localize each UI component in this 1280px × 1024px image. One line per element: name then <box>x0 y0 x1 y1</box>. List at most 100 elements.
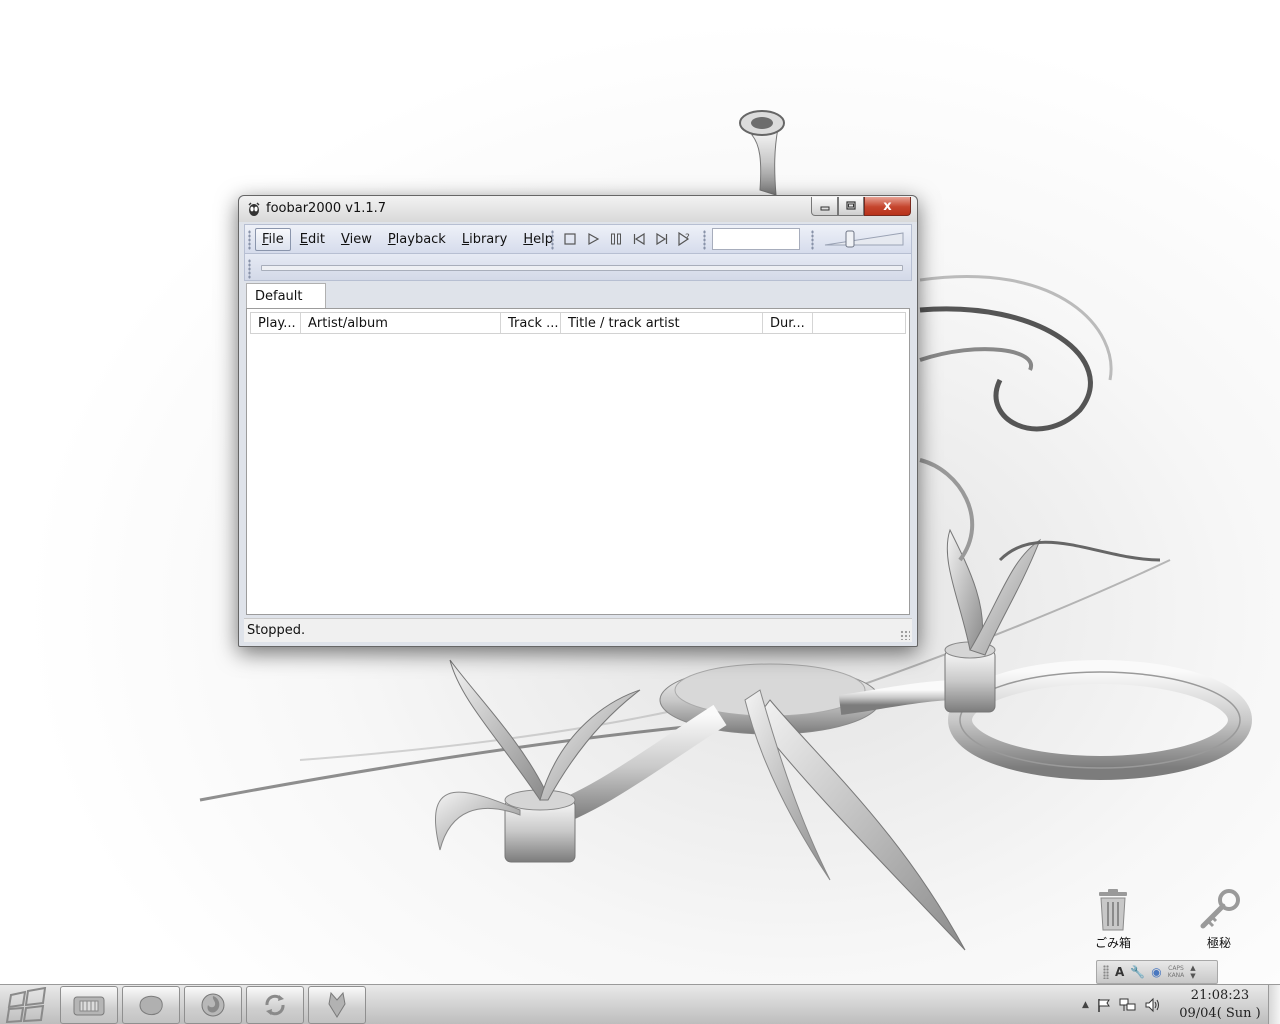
close-icon: x <box>883 198 892 214</box>
tab-label: Default <box>255 289 303 304</box>
menu-label: elp <box>533 232 553 247</box>
foobar-app-icon[interactable] <box>247 202 261 216</box>
firefox-icon <box>201 993 225 1017</box>
previous-button[interactable] <box>630 230 648 248</box>
menu-label: dit <box>308 232 325 247</box>
toolbar-grip[interactable] <box>703 230 706 250</box>
random-icon: ? <box>678 231 690 247</box>
pause-button[interactable] <box>607 230 625 248</box>
desktop-icon-recycle-bin[interactable]: ごみ箱 <box>1078 888 1148 951</box>
menu-accel: L <box>461 232 470 247</box>
window-title: foobar2000 v1.1.7 <box>266 201 387 216</box>
menu-playback[interactable]: Playback <box>381 228 453 251</box>
menu-accel: P <box>387 232 396 247</box>
menu-label: layback <box>395 232 446 247</box>
close-button[interactable]: x <box>864 197 911 216</box>
toolbar-grip[interactable] <box>248 230 251 250</box>
column-playing[interactable]: Play... <box>251 313 301 333</box>
windows-logo-icon <box>5 987 47 1023</box>
column-title-track-artist[interactable]: Title / track artist <box>561 313 763 333</box>
next-icon <box>656 232 668 246</box>
menu-bar: File Edit View Playback Library Help <box>255 228 562 251</box>
toolbar-grip[interactable] <box>811 230 814 250</box>
status-text: Stopped. <box>247 623 306 638</box>
minimize-icon <box>820 206 829 211</box>
maximize-button[interactable] <box>838 197 864 216</box>
playlist-header: Play... Artist/album Track ... Title / t… <box>250 312 906 334</box>
menu-accel: H <box>523 232 534 247</box>
action-center-flag-icon[interactable] <box>1096 997 1112 1013</box>
volume-icon[interactable] <box>1144 997 1162 1013</box>
play-button[interactable] <box>584 230 602 248</box>
random-button[interactable]: ? <box>676 230 694 248</box>
network-icon[interactable] <box>1119 997 1137 1013</box>
tab-default[interactable]: Default <box>246 283 326 309</box>
taskbar-fox-button[interactable] <box>308 986 366 1024</box>
resize-grip[interactable] <box>900 630 910 640</box>
show-desktop-button[interactable] <box>1268 985 1280 1024</box>
ime-options-icon[interactable]: ▲ ▼ <box>1190 964 1195 980</box>
seekbar-toolbar <box>244 254 912 281</box>
kana-indicator: KANA <box>1167 972 1185 979</box>
clock-time: 21:08:23 <box>1190 988 1250 1003</box>
next-button[interactable] <box>653 230 671 248</box>
menu-accel: E <box>299 232 308 247</box>
system-clock[interactable]: 21:08:23 09/04( Sun ) <box>1172 987 1268 1023</box>
recycle-bin-icon <box>1099 889 1127 931</box>
foobar-window: foobar2000 v1.1.7 x File Edit View Playb… <box>238 195 918 647</box>
menu-view[interactable]: View <box>334 228 379 251</box>
volume-thumb[interactable] <box>845 230 855 248</box>
fox-icon <box>328 991 346 1018</box>
ime-mode-indicator[interactable]: A <box>1115 965 1124 979</box>
ime-grip-icon <box>1103 965 1109 979</box>
start-button[interactable] <box>4 987 50 1023</box>
column-duration[interactable]: Dur... <box>763 313 813 333</box>
show-hidden-icons-icon[interactable]: ▲ <box>1082 1000 1089 1010</box>
pause-icon <box>611 233 621 245</box>
menu-label: ibrary <box>469 232 508 247</box>
taskbar-files-button[interactable] <box>60 986 118 1024</box>
volume-slider[interactable] <box>823 229 905 249</box>
menu-file[interactable]: File <box>255 228 291 251</box>
maximize-icon <box>846 201 856 210</box>
menu-library[interactable]: Library <box>455 228 514 251</box>
taskbar: ▲ 21:08:23 09/04( Sun ) <box>0 984 1280 1024</box>
taskbar-sync-button[interactable] <box>246 986 304 1024</box>
toolbar-grip[interactable] <box>551 230 554 250</box>
column-track[interactable]: Track ... <box>501 313 561 333</box>
playlist-tabs: Default <box>244 282 912 309</box>
wrench-icon[interactable]: 🔧 <box>1130 965 1145 979</box>
notification-area: ▲ <box>1082 985 1162 1024</box>
toolbar-grip[interactable] <box>248 259 251 279</box>
ime-pad-icon[interactable]: ◉ <box>1151 965 1161 979</box>
menu-label: iew <box>349 232 372 247</box>
transport-controls: ? <box>561 230 694 248</box>
stop-button[interactable] <box>561 230 579 248</box>
menu-label: ile <box>268 232 284 247</box>
menu-accel: V <box>340 232 350 247</box>
playback-order-box[interactable] <box>712 228 800 250</box>
minimize-button[interactable] <box>811 197 838 216</box>
svg-text:?: ? <box>685 233 690 243</box>
menu-edit[interactable]: Edit <box>293 228 332 251</box>
stop-icon <box>564 233 576 245</box>
playlist-body[interactable] <box>250 335 906 611</box>
status-bar: Stopped. <box>244 618 912 642</box>
column-artist-album[interactable]: Artist/album <box>301 313 501 333</box>
taskbar-firefox-button[interactable] <box>184 986 242 1024</box>
playlist-view[interactable]: Play... Artist/album Track ... Title / t… <box>246 308 910 615</box>
seekbar[interactable] <box>261 265 903 271</box>
caps-indicator: CAPS <box>1168 965 1184 972</box>
desktop-icon-secret[interactable]: 極秘 <box>1184 888 1254 951</box>
stone-icon <box>139 995 163 1016</box>
ime-language-bar[interactable]: A 🔧 ◉ CAPS KANA ▲ ▼ <box>1096 960 1218 984</box>
main-toolbar: File Edit View Playback Library Help ? <box>244 224 912 254</box>
desktop-icon-label: ごみ箱 <box>1094 936 1131 950</box>
play-icon <box>588 232 600 246</box>
title-bar[interactable]: foobar2000 v1.1.7 x <box>239 196 917 222</box>
files-icon <box>73 996 105 1016</box>
key-icon <box>1200 889 1240 929</box>
clock-date: 09/04( Sun ) <box>1179 1006 1261 1021</box>
previous-icon <box>633 232 645 246</box>
taskbar-stone-button[interactable] <box>122 986 180 1024</box>
